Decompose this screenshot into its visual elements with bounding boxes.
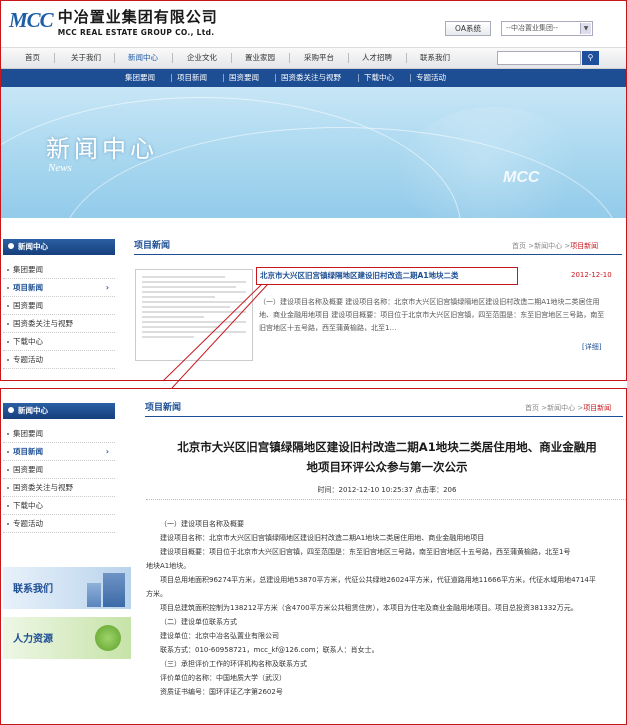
sidebar-header: 新闻中心 (3, 403, 115, 419)
section-title: 项目新闻 (145, 403, 182, 413)
article-paragraph: 建设单位：北京中冶名弘置业有限公司 (160, 632, 279, 640)
article-paragraph: 评价单位的名称：中国地质大学（武汉） (160, 674, 286, 682)
sidebar-item-sasac-news[interactable]: 国资要闻 (3, 461, 115, 479)
sidebar-item-downloads[interactable]: 下载中心 (3, 497, 115, 515)
article-paragraph: 建设项目名称：北京市大兴区旧宫镇绿隔地区建设旧村改造二期A1地块二类居住用地、商… (160, 534, 485, 542)
bullet-icon (8, 407, 14, 413)
sidebar-item-group-news[interactable]: 集团要闻 (3, 425, 115, 443)
sidebar-item-special[interactable]: 专题活动 (3, 515, 115, 533)
sidebar-item-project-news[interactable]: 项目新闻 › (3, 443, 115, 461)
article-paragraph: 建设项目概要：项目位于北京市大兴区旧宫镇，四至范围是：东至旧宫地区三号路，南至旧… (160, 548, 571, 556)
article-paragraph: （三）承担评价工作的环评机构名称及联系方式 (160, 660, 307, 668)
article-paragraph: 方米。 (146, 590, 167, 598)
contact-us-label: 联系我们 (13, 584, 53, 595)
contact-us-promo[interactable]: 联系我们 (3, 567, 131, 609)
article-body: （一）建设项目名称及概要 建设项目名称：北京市大兴区旧宫镇绿隔地区建设旧村改造二… (146, 517, 626, 699)
breadcrumb-news[interactable]: 新闻中心 (547, 404, 575, 412)
article-paragraph: （一）建设项目名称及概要 (160, 520, 244, 528)
article-meta: 时间：2012-12-10 10:25:37 点击率：206 (146, 485, 626, 500)
article-paragraph: 项目总用地面积96274平方米，总建设用地53870平方米，代征公共绿地2602… (160, 576, 596, 584)
article-paragraph: 资质证书编号：国环评证乙字第2602号 (160, 688, 283, 696)
chevron-right-icon: › (105, 447, 109, 456)
leaf-graphic (95, 625, 121, 651)
article-paragraph: 地块A1地块。 (146, 562, 191, 570)
building-graphic (103, 573, 125, 607)
article-title: 北京市大兴区旧宫镇绿隔地区建设旧村改造二期A1地块二类居住用地、商业金融用 地项… (177, 440, 597, 474)
sidebar-detail: 新闻中心 集团要闻 项目新闻 › 国资要闻 国资委关注与视野 下载中心 专题活动 (3, 403, 115, 533)
article-paragraph: 联系方式：010-60958721，mcc_kf@126.com；联系人：肖女士… (160, 646, 379, 654)
breadcrumb-home[interactable]: 首页 (525, 404, 539, 412)
article-paragraph: 项目总建筑面积控制为138212平方米（含4700平方米公共租赁住房），本项目为… (160, 604, 578, 612)
section-header: 项目新闻 首页 >新闻中心 >项目新闻 (145, 401, 623, 417)
breadcrumb-current: 项目新闻 (583, 404, 612, 412)
article-paragraph: （二）建设单位联系方式 (160, 618, 237, 626)
sidebar-item-sasac-focus[interactable]: 国资委关注与视野 (3, 479, 115, 497)
human-resources-promo[interactable]: 人力资源 (3, 617, 131, 659)
human-resources-label: 人力资源 (13, 634, 53, 645)
website-screenshot-bottom: 新闻中心 集团要闻 项目新闻 › 国资要闻 国资委关注与视野 下载中心 专题活动 … (0, 388, 627, 725)
breadcrumb: 首页 >新闻中心 >项目新闻 (525, 404, 612, 412)
